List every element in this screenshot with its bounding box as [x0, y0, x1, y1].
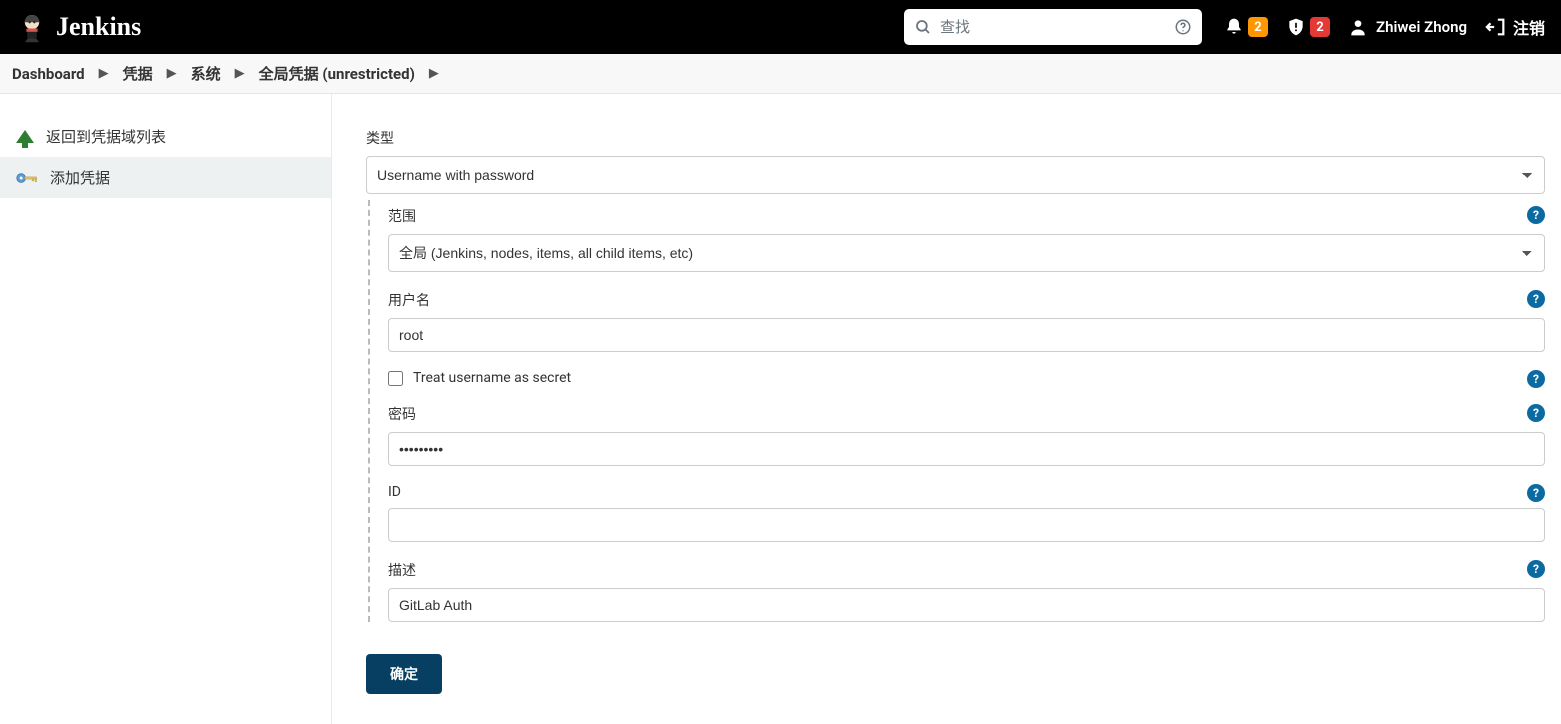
- user-icon: [1348, 17, 1368, 37]
- search-icon: [914, 18, 932, 36]
- scope-select[interactable]: 全局 (Jenkins, nodes, items, all child ite…: [388, 234, 1545, 272]
- id-label: ID: [388, 484, 1545, 500]
- brand-area[interactable]: Jenkins: [16, 11, 141, 43]
- secret-checkbox[interactable]: [388, 371, 403, 386]
- sidebar-item-label: 添加凭据: [50, 167, 110, 188]
- logout-label: 注销: [1513, 15, 1545, 39]
- password-label: 密码: [388, 404, 1545, 424]
- breadcrumb-item-dashboard[interactable]: Dashboard: [12, 65, 85, 83]
- help-icon[interactable]: ?: [1527, 404, 1545, 422]
- help-icon[interactable]: ?: [1527, 560, 1545, 578]
- search-help-icon[interactable]: [1174, 18, 1192, 36]
- notifications[interactable]: 2: [1224, 17, 1268, 37]
- logout-icon: [1485, 16, 1507, 38]
- field-id: ID ?: [388, 484, 1545, 542]
- chevron-right-icon: ▶: [429, 66, 439, 81]
- form-content: 类型 Username with password 范围 ? 全局 (Jenki…: [332, 94, 1561, 724]
- bell-icon: [1224, 17, 1244, 37]
- type-select[interactable]: Username with password: [366, 156, 1545, 194]
- field-description: 描述 ?: [388, 560, 1545, 622]
- id-input[interactable]: [388, 508, 1545, 542]
- logout-link[interactable]: 注销: [1485, 15, 1545, 39]
- arrow-up-icon: [16, 130, 34, 143]
- warnings[interactable]: 2: [1286, 17, 1330, 37]
- description-input[interactable]: [388, 588, 1545, 622]
- header-right: 2 2 Zhiwei Zhong: [1224, 15, 1545, 39]
- scope-label: 范围: [388, 206, 1545, 226]
- search-input[interactable]: [940, 19, 1174, 36]
- type-label: 类型: [366, 128, 1545, 148]
- brand-title: Jenkins: [56, 12, 141, 42]
- description-label: 描述: [388, 560, 1545, 580]
- sidebar-item-add-credentials[interactable]: 添加凭据: [0, 157, 331, 198]
- field-secret-checkbox: ? Treat username as secret: [388, 370, 1545, 386]
- sidebar-item-back[interactable]: 返回到凭据域列表: [0, 116, 331, 157]
- search-box[interactable]: [904, 9, 1202, 45]
- secret-checkbox-label: Treat username as secret: [413, 370, 571, 386]
- top-header: Jenkins 2: [0, 0, 1561, 54]
- username-input[interactable]: [388, 318, 1545, 352]
- secret-checkbox-row[interactable]: Treat username as secret: [388, 370, 1545, 386]
- jenkins-logo-icon: [16, 11, 48, 43]
- breadcrumb-item-global[interactable]: 全局凭据 (unrestricted): [259, 63, 415, 84]
- submit-button[interactable]: 确定: [366, 654, 442, 694]
- breadcrumb: Dashboard ▶ 凭据 ▶ 系统 ▶ 全局凭据 (unrestricted…: [0, 54, 1561, 94]
- key-icon: [16, 169, 38, 187]
- help-icon[interactable]: ?: [1527, 484, 1545, 502]
- field-scope: 范围 ? 全局 (Jenkins, nodes, items, all chil…: [388, 206, 1545, 272]
- breadcrumb-item-system[interactable]: 系统: [191, 63, 221, 84]
- help-icon[interactable]: ?: [1527, 370, 1545, 388]
- field-username: 用户名 ?: [388, 290, 1545, 352]
- notif-badge: 2: [1248, 17, 1268, 37]
- username-label: 用户名: [388, 290, 1545, 310]
- breadcrumb-item-credentials[interactable]: 凭据: [123, 63, 153, 84]
- chevron-right-icon: ▶: [167, 66, 177, 81]
- chevron-right-icon: ▶: [235, 66, 245, 81]
- sidebar-item-label: 返回到凭据域列表: [46, 126, 166, 147]
- warn-badge: 2: [1310, 17, 1330, 37]
- user-name: Zhiwei Zhong: [1376, 18, 1467, 36]
- user-menu[interactable]: Zhiwei Zhong: [1348, 17, 1467, 37]
- nested-fields: 范围 ? 全局 (Jenkins, nodes, items, all chil…: [368, 200, 1545, 622]
- shield-warning-icon: [1286, 17, 1306, 37]
- sidebar: 返回到凭据域列表 添加凭据: [0, 94, 332, 724]
- chevron-right-icon: ▶: [99, 66, 109, 81]
- field-password: 密码 ?: [388, 404, 1545, 466]
- password-input[interactable]: [388, 432, 1545, 466]
- field-type: 类型 Username with password: [366, 128, 1545, 194]
- help-icon[interactable]: ?: [1527, 290, 1545, 308]
- main-layout: 返回到凭据域列表 添加凭据 类型 Username with password: [0, 94, 1561, 724]
- help-icon[interactable]: ?: [1527, 206, 1545, 224]
